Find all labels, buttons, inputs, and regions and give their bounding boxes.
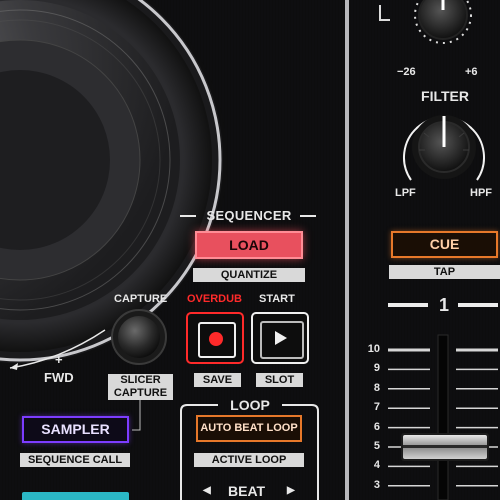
- channel-number: 1: [438, 295, 449, 315]
- overdub-record-button[interactable]: [186, 312, 244, 364]
- beat-left-arrow[interactable]: ◀: [203, 485, 211, 496]
- fwd-label: FWD: [44, 370, 74, 385]
- fader-scale-number: 5: [373, 440, 380, 452]
- trim-max-label: +6: [465, 66, 478, 78]
- slot-label: SLOT: [256, 373, 303, 387]
- trim-min-label: −26: [397, 66, 416, 78]
- sequence-call-label: SEQUENCE CALL: [20, 453, 130, 467]
- slicer-capture-label: SLICER CAPTURE: [108, 374, 173, 400]
- play-icon: [275, 331, 287, 345]
- jog-wheel[interactable]: [0, 0, 227, 367]
- fwd-plus-sign: +: [55, 352, 63, 367]
- fader-scale-number: 3: [373, 478, 380, 491]
- load-button[interactable]: LOAD: [195, 231, 303, 259]
- tap-label: TAP: [389, 265, 500, 279]
- start-label: START: [259, 293, 295, 305]
- fader-scale-number: 6: [373, 420, 380, 433]
- filter-label: FILTER: [421, 88, 469, 104]
- lpf-label: LPF: [395, 187, 416, 199]
- active-loop-label: ACTIVE LOOP: [194, 453, 304, 467]
- capture-label: CAPTURE: [114, 293, 168, 305]
- capture-pad[interactable]: [111, 309, 167, 365]
- fader-scale-number: 10: [367, 343, 380, 355]
- fader-scale-number: 7: [373, 401, 380, 414]
- record-icon: [209, 332, 223, 346]
- sampler-button[interactable]: SAMPLER: [22, 416, 129, 443]
- slicer-capture-line-2: CAPTURE: [113, 387, 168, 399]
- start-play-button[interactable]: [251, 312, 309, 364]
- fader-scale-number: 9: [373, 362, 380, 375]
- fader-scale-number: 4: [373, 459, 380, 472]
- hpf-label: HPF: [470, 187, 492, 199]
- save-label: SAVE: [194, 373, 241, 387]
- quantize-label: QUANTIZE: [193, 268, 305, 282]
- loop-title: LOOP: [230, 397, 270, 413]
- fader-knob[interactable]: [401, 433, 489, 461]
- filter-knob[interactable]: [403, 115, 485, 181]
- beat-right-arrow[interactable]: ▶: [287, 485, 295, 496]
- overdub-label: OVERDUB: [187, 293, 243, 305]
- slicer-capture-line-1: SLICER: [120, 374, 161, 386]
- fader-scale-number: 8: [373, 381, 380, 394]
- trim-knob[interactable]: [414, 0, 472, 44]
- beat-label: BEAT: [228, 483, 266, 499]
- cue-button[interactable]: CUE: [391, 231, 498, 258]
- partial-cyan-button[interactable]: [22, 492, 129, 500]
- channel-fader[interactable]: [437, 334, 449, 500]
- dj-controller-panel: + FWD SEQUENCER LOAD QUANTIZE CAPTURE OV…: [0, 0, 500, 500]
- sequencer-title: SEQUENCER: [206, 208, 292, 223]
- auto-beat-loop-button[interactable]: AUTO BEAT LOOP: [196, 415, 302, 442]
